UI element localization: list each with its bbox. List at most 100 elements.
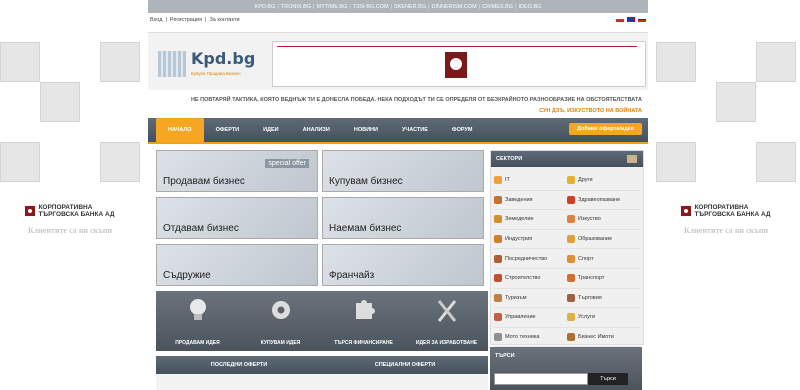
logo-tagline: Купува Продава Бизнес [191,71,241,76]
sector-icon [567,333,575,342]
network-link[interactable]: CRIMES.BG [482,4,513,10]
bank-logo-icon [681,206,692,216]
tab-special-offers[interactable]: СПЕЦИАЛНИ ОФЕРТИ [322,356,488,374]
sector-link[interactable]: Транспорт [567,269,640,289]
nav-ideas[interactable]: ИДЕИ [251,118,291,142]
bank-logo-icon [25,206,36,216]
offers-list [156,374,488,390]
network-link[interactable]: MYTIME.BG [316,4,347,10]
sector-link[interactable]: Туризъм [494,289,567,309]
sector-link[interactable]: Индустрия [494,230,567,250]
nav-participation[interactable]: УЧАСТИЕ [390,118,440,142]
sectors-grid: IT Други Заведения Здравеопазване Земеде… [491,167,643,348]
pencil-icon [627,155,637,163]
russian-flag-icon[interactable] [638,17,646,23]
sector-icon [567,176,575,185]
quote: НЕ ПОВТАРЯЙ ТАКТИКА, КОЯТО ВЕДНЪЖ ТИ Е Д… [191,95,642,117]
contact-link[interactable]: За контакти [209,17,239,23]
network-link[interactable]: KPD.BG [255,4,276,10]
sector-label: Транспорт [578,275,605,282]
sectors-panel: СЕКТОРИ IT Други Заведения Здравеопазван… [490,150,644,348]
main-nav: НАЧАЛО ОФЕРТИ ИДЕИ АНАЛИЗИ НОВИНИ УЧАСТИ… [148,118,648,144]
tile-sell-business[interactable]: special offer Продавам бизнес [156,150,318,192]
nav-home[interactable]: НАЧАЛО [156,118,204,142]
sector-link[interactable]: Бизнес Имоти [567,328,640,348]
bulgarian-flag-icon[interactable] [616,17,624,23]
idea-to-build-button[interactable]: ИДЕЯ ЗА ИЗРАБОТВАНЕ [405,291,488,351]
sector-label: Изкуство [578,216,601,223]
sector-label: Строителство [505,275,541,282]
tile-rent-business[interactable]: Наемам бизнес [322,197,484,239]
sector-icon [494,333,502,342]
sector-label: Туризъм [505,294,527,301]
search-button[interactable]: Търси [588,373,628,385]
seek-funding-button[interactable]: ТЪРСЯ ФИНАНСИРАНЕ [322,291,405,351]
network-link[interactable]: SKENER.BG [394,4,426,10]
sector-link[interactable]: Изкуство [567,210,640,230]
sector-link[interactable]: Образование [567,230,640,250]
main-wrapper: KPD.BG | TRONIX.BG | MYTIME.BG | T3SI-BG.CO… [148,0,648,390]
sector-link[interactable]: Спорт [567,249,640,269]
nav-news[interactable]: НОВИНИ [342,118,390,142]
sector-link[interactable]: Мото техника [494,328,567,348]
decor-tile [0,142,40,182]
nav-forum[interactable]: ФОРУМ [440,118,485,142]
sector-icon [567,215,575,224]
tile-lease-out-business[interactable]: Отдавам бизнес [156,197,318,239]
sector-link[interactable]: Услуги [567,308,640,328]
tile-franchise[interactable]: Франчайз [322,244,484,286]
login-bar: Вход | Регистрация | За контакти [148,13,648,26]
bank-name-1: КОРПОРАТИВНА [38,204,93,211]
tile-label: Отдавам бизнес [163,223,239,234]
sector-icon [567,313,575,322]
sector-link[interactable]: Посредничество [494,249,567,269]
sector-link[interactable]: Земеделие [494,210,567,230]
bank-ad[interactable]: КОРПОРАТИВНА ТЪРГОВСКА БАНКА АД Клиентите… [656,204,796,235]
add-offer-button[interactable]: Добави оферта/идея [569,123,642,135]
tile-partnership[interactable]: Съдружие [156,244,318,286]
sector-link[interactable]: IT [494,171,567,191]
nav-offers[interactable]: ОФЕРТИ [204,118,252,142]
network-link[interactable]: T3SI-BG.COM [353,4,389,10]
header-banner[interactable] [272,41,646,87]
tile-label: Франчайз [329,270,375,281]
chart-logo-icon [158,51,186,77]
sector-label: Посредничество [505,255,548,262]
sector-link[interactable]: Управление [494,308,567,328]
language-flags [616,17,646,23]
tile-label: Купувам бизнес [329,176,403,187]
special-offer-badge: special offer [265,159,309,168]
decor-tile [40,82,80,122]
puzzle-icon [355,300,375,319]
nav-analyses[interactable]: АНАЛИЗИ [291,118,342,142]
site-logo[interactable]: Kpd.bg Купува Продава Бизнес [158,43,266,79]
network-link[interactable]: TRONIX.BG [281,4,311,10]
network-link[interactable]: IDEO.BG [519,4,542,10]
sector-link[interactable]: Здравеопазване [567,191,640,211]
tile-label: Съдружие [163,270,211,281]
english-flag-icon[interactable] [627,17,635,22]
sector-icon [567,254,575,263]
decor-tile [756,42,796,82]
sell-idea-button[interactable]: ПРОДАВАМ ИДЕЯ [156,291,239,351]
sector-link[interactable]: Търговия [567,289,640,309]
logo-name: Kpd.bg [191,49,256,68]
login-link[interactable]: Вход [150,17,162,23]
sector-label: Образование [578,236,613,243]
bank-ad[interactable]: КОРПОРАТИВНА ТЪРГОВСКА БАНКА АД Клиентите… [0,204,140,235]
buy-idea-button[interactable]: КУПУВАМ ИДЕЯ [239,291,322,351]
sector-link[interactable]: Заведения [494,191,567,211]
network-link[interactable]: DINNERISM.COM [432,4,477,10]
sector-link[interactable]: Строителство [494,269,567,289]
ideas-panel: ПРОДАВАМ ИДЕЯ КУПУВАМ ИДЕЯ ТЪРСЯ ФИНАНСИ… [156,291,488,351]
tab-latest-offers[interactable]: ПОСЛЕДНИ ОФЕРТИ [156,356,322,374]
tile-buy-business[interactable]: Купувам бизнес [322,150,484,192]
register-link[interactable]: Регистрация [170,17,202,23]
search-input[interactable] [494,373,588,385]
sector-icon [494,215,502,224]
idea-label: ИДЕЯ ЗА ИЗРАБОТВАНЕ [415,340,478,346]
sector-icon [567,195,575,204]
sector-label: Бизнес Имоти [578,334,614,341]
sector-icon [494,195,502,204]
sector-link[interactable]: Други [567,171,640,191]
